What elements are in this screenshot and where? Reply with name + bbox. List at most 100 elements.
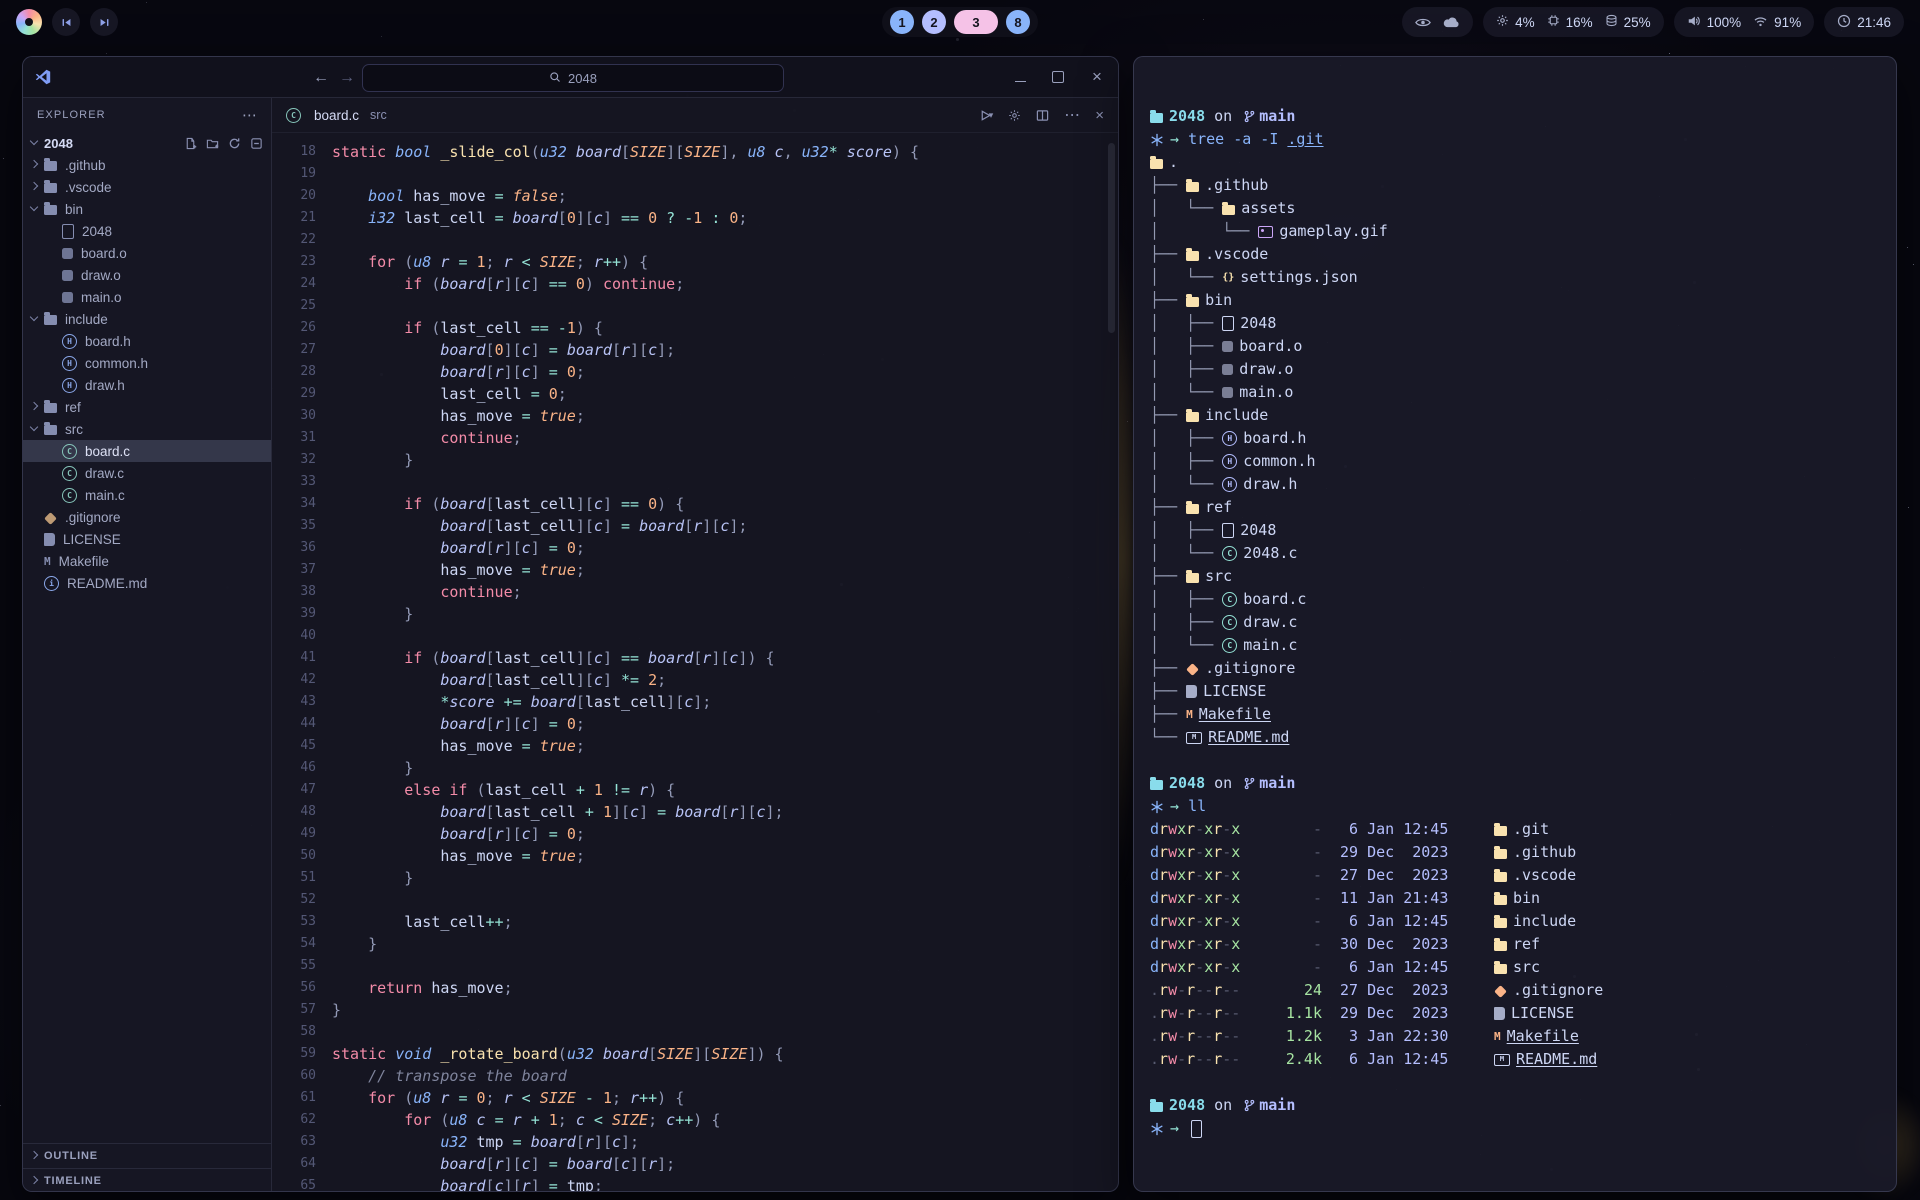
code-line[interactable]: 28 board[r][c] = 0; (272, 361, 1118, 383)
explorer-item-main.c[interactable]: Cmain.c (23, 484, 271, 506)
code-line[interactable]: 58 (272, 1021, 1118, 1043)
audio-network-widget[interactable]: 100% 91% (1674, 7, 1815, 37)
workspace-1[interactable]: 1 (890, 10, 914, 34)
code-line[interactable]: 55 (272, 955, 1118, 977)
code-line[interactable]: 36 board[r][c] = 0; (272, 537, 1118, 559)
explorer-item-Makefile[interactable]: MMakefile (23, 550, 271, 572)
code-line[interactable]: 33 (272, 471, 1118, 493)
code-line[interactable]: 56 return has_move; (272, 977, 1118, 999)
code-line[interactable]: 21 i32 last_cell = board[0][c] == 0 ? -1… (272, 207, 1118, 229)
code-line[interactable]: 62 for (u8 c = r + 1; c < SIZE; c++) { (272, 1109, 1118, 1131)
split-editor-button[interactable] (1036, 109, 1049, 122)
code-line[interactable]: 50 has_move = true; (272, 845, 1118, 867)
code-line[interactable]: 46 } (272, 757, 1118, 779)
app-launcher-icon[interactable] (16, 9, 42, 35)
editor-scrollbar[interactable] (1108, 143, 1115, 333)
close-button[interactable]: × (1090, 70, 1104, 84)
explorer-item-common.h[interactable]: Hcommon.h (23, 352, 271, 374)
terminal-command[interactable]: → ll (1150, 795, 1896, 818)
code-line[interactable]: 49 board[r][c] = 0; (272, 823, 1118, 845)
explorer-item-.github[interactable]: .github (23, 154, 271, 176)
code-line[interactable]: 40 (272, 625, 1118, 647)
settings-gear-icon[interactable] (1008, 109, 1021, 122)
terminal-input[interactable]: → (1150, 1117, 1896, 1140)
explorer-item-bin[interactable]: bin (23, 198, 271, 220)
media-next-button[interactable] (90, 8, 118, 36)
explorer-item-board.c[interactable]: Cboard.c (23, 440, 271, 462)
code-line[interactable]: 26 if (last_cell == -1) { (272, 317, 1118, 339)
code-line[interactable]: 34 if (board[last_cell][c] == 0) { (272, 493, 1118, 515)
outline-section[interactable]: OUTLINE (23, 1143, 271, 1168)
more-actions-icon[interactable]: ⋯ (1064, 105, 1080, 125)
code-line[interactable]: 37 has_move = true; (272, 559, 1118, 581)
code-line[interactable]: 19 (272, 163, 1118, 185)
code-line[interactable]: 42 board[last_cell][c] *= 2; (272, 669, 1118, 691)
code-line[interactable]: 64 board[r][c] = board[c][r]; (272, 1153, 1118, 1175)
media-prev-button[interactable] (52, 8, 80, 36)
explorer-item-board.o[interactable]: board.o (23, 242, 271, 264)
code-line[interactable]: 25 (272, 295, 1118, 317)
code-line[interactable]: 38 continue; (272, 581, 1118, 603)
workspace-8[interactable]: 8 (1006, 10, 1030, 34)
close-editor-button[interactable]: × (1095, 107, 1104, 124)
code-line[interactable]: 53 last_cell++; (272, 911, 1118, 933)
code-line[interactable]: 54 } (272, 933, 1118, 955)
workspace-3[interactable]: 3 (954, 10, 998, 34)
code-line[interactable]: 23 for (u8 r = 1; r < SIZE; r++) { (272, 251, 1118, 273)
explorer-item-draw.o[interactable]: draw.o (23, 264, 271, 286)
code-line[interactable]: 43 *score += board[last_cell][c]; (272, 691, 1118, 713)
tab-file-name[interactable]: board.c (314, 108, 359, 123)
explorer-item-.vscode[interactable]: .vscode (23, 176, 271, 198)
code-line[interactable]: 35 board[last_cell][c] = board[r][c]; (272, 515, 1118, 537)
explorer-item-draw.c[interactable]: Cdraw.c (23, 462, 271, 484)
explorer-more-actions-icon[interactable]: ⋯ (242, 106, 257, 124)
code-line[interactable]: 60 // transpose the board (272, 1065, 1118, 1087)
code-line[interactable]: 57} (272, 999, 1118, 1021)
explorer-item-main.o[interactable]: main.o (23, 286, 271, 308)
code-line[interactable]: 20 bool has_move = false; (272, 185, 1118, 207)
code-line[interactable]: 48 board[last_cell + 1][c] = board[r][c]… (272, 801, 1118, 823)
workspace-2[interactable]: 2 (922, 10, 946, 34)
terminal-command[interactable]: → tree -a -I .git (1150, 128, 1896, 151)
code-editor[interactable]: 18static bool _slide_col(u32 board[SIZE]… (272, 133, 1118, 1192)
explorer-item-draw.h[interactable]: Hdraw.h (23, 374, 271, 396)
code-line[interactable]: 41 if (board[last_cell][c] == board[r][c… (272, 647, 1118, 669)
explorer-root-folder[interactable]: 2048 (23, 132, 271, 154)
minimize-button[interactable] (1015, 73, 1026, 82)
code-line[interactable]: 29 last_cell = 0; (272, 383, 1118, 405)
code-line[interactable]: 63 u32 tmp = board[r][c]; (272, 1131, 1118, 1153)
weather-widget[interactable] (1402, 7, 1473, 37)
explorer-item-src[interactable]: src (23, 418, 271, 440)
refresh-button[interactable] (228, 137, 241, 150)
code-line[interactable]: 52 (272, 889, 1118, 911)
explorer-item-ref[interactable]: ref (23, 396, 271, 418)
explorer-item-README.md[interactable]: iREADME.md (23, 572, 271, 594)
nav-forward-button[interactable]: → (335, 66, 359, 90)
code-line[interactable]: 32 } (272, 449, 1118, 471)
terminal-cursor[interactable] (1191, 1120, 1202, 1138)
terminal-window[interactable]: 2048 on main→ tree -a -I .git.├── .githu… (1133, 56, 1897, 1192)
code-line[interactable]: 39 } (272, 603, 1118, 625)
code-line[interactable]: 22 (272, 229, 1118, 251)
code-line[interactable]: 65 board[c][r] = tmp; (272, 1175, 1118, 1192)
code-line[interactable]: 59static void _rotate_board(u32 board[SI… (272, 1043, 1118, 1065)
code-line[interactable]: 31 continue; (272, 427, 1118, 449)
new-file-button[interactable] (184, 137, 197, 150)
timeline-section[interactable]: TIMELINE (23, 1168, 271, 1192)
new-folder-button[interactable] (206, 137, 219, 150)
code-line[interactable]: 45 has_move = true; (272, 735, 1118, 757)
explorer-item-2048[interactable]: 2048 (23, 220, 271, 242)
explorer-item-board.h[interactable]: Hboard.h (23, 330, 271, 352)
code-line[interactable]: 47 else if (last_cell + 1 != r) { (272, 779, 1118, 801)
explorer-item-include[interactable]: include (23, 308, 271, 330)
code-line[interactable]: 44 board[r][c] = 0; (272, 713, 1118, 735)
command-center-search[interactable]: 2048 (362, 64, 784, 92)
system-stats-widget[interactable]: 4% 16% 25% (1483, 7, 1664, 37)
clock-widget[interactable]: 21:46 (1824, 7, 1904, 37)
code-line[interactable]: 27 board[0][c] = board[r][c]; (272, 339, 1118, 361)
code-line[interactable]: 30 has_move = true; (272, 405, 1118, 427)
run-button[interactable]: ▾ (979, 109, 994, 122)
code-line[interactable]: 24 if (board[r][c] == 0) continue; (272, 273, 1118, 295)
nav-back-button[interactable]: ← (309, 66, 333, 90)
code-line[interactable]: 51 } (272, 867, 1118, 889)
